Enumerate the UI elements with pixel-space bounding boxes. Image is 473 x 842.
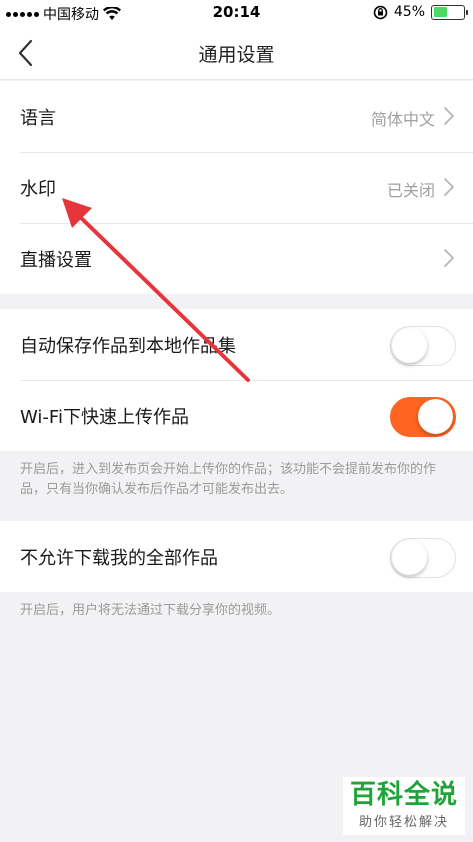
watermark-logo-title: 百科全说 <box>349 780 458 810</box>
auto-save-row: 自动保存作品到本地作品集 <box>0 309 473 380</box>
toggle-knob <box>392 328 427 363</box>
settings-group-download: 不允许下载我的全部作品 <box>0 521 473 592</box>
auto-save-toggle[interactable] <box>390 326 456 366</box>
language-value: 简体中文 <box>370 110 435 129</box>
watermark-value: 已关闭 <box>386 181 435 200</box>
watermark-logo: 百科全说 助你轻松解决 <box>343 777 465 835</box>
watermark-label: 水印 <box>20 179 56 200</box>
language-row[interactable]: 语言 简体中文 <box>0 81 473 152</box>
page-title: 通用设置 <box>198 44 275 66</box>
battery-percent: 45% <box>393 4 425 20</box>
chevron-right-icon <box>444 178 454 196</box>
wifi-upload-label: Wi-Fi下快速上传作品 <box>20 407 189 428</box>
settings-group-general: 语言 简体中文 水印 已关闭 直播设置 <box>0 81 473 294</box>
battery-level-fill <box>433 7 447 17</box>
status-right: 45% <box>373 4 468 20</box>
watermark-row[interactable]: 水印 已关闭 <box>0 152 473 223</box>
chevron-right-icon <box>444 107 454 125</box>
no-download-row: 不允许下载我的全部作品 <box>0 521 473 592</box>
download-hint-text: 开启后，用户将无法通过下载分享你的视频。 <box>20 603 281 618</box>
no-download-toggle[interactable] <box>390 538 456 578</box>
language-label: 语言 <box>20 108 56 129</box>
no-download-label: 不允许下载我的全部作品 <box>20 548 218 569</box>
upload-hint-text: 开启后，进入到发布页会开始上传你的作品；该功能不会提前发布你的作品，只有当你确认… <box>20 462 437 497</box>
wifi-upload-row: Wi-Fi下快速上传作品 <box>0 380 473 451</box>
orientation-lock-icon <box>373 5 388 19</box>
settings-group-upload: 自动保存作品到本地作品集 Wi-Fi下快速上传作品 <box>0 309 473 451</box>
toggle-knob <box>418 399 453 434</box>
toggle-knob <box>392 540 427 575</box>
auto-save-label: 自动保存作品到本地作品集 <box>20 336 236 357</box>
chevron-right-icon <box>444 249 454 267</box>
watermark-logo-subtitle: 助你轻松解决 <box>358 815 449 830</box>
status-bar: 中国移动 20:14 45% <box>0 0 473 26</box>
live-settings-row[interactable]: 直播设置 <box>0 223 473 294</box>
nav-bar: 通用设置 <box>0 26 473 80</box>
battery-icon <box>431 4 468 20</box>
live-settings-label: 直播设置 <box>20 250 92 271</box>
wifi-upload-toggle[interactable] <box>390 397 456 437</box>
